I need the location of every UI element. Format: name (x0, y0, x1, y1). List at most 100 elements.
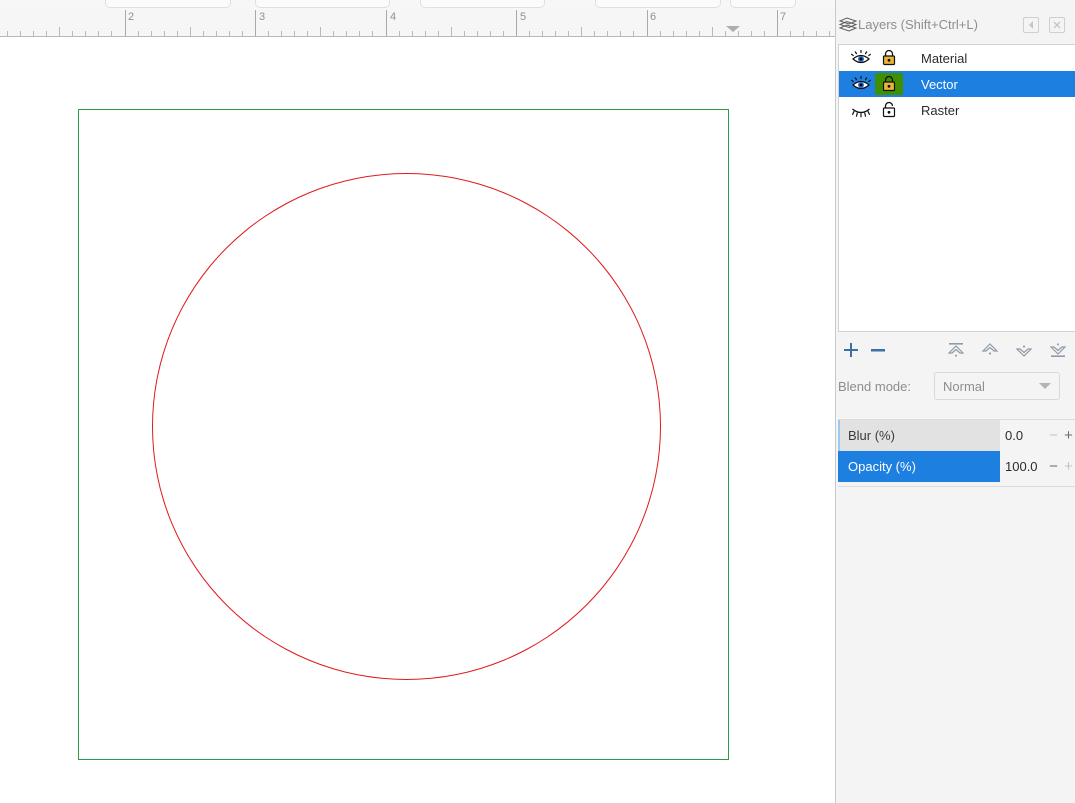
add-layer-button[interactable] (838, 337, 864, 363)
lower-to-bottom-button[interactable] (1041, 337, 1075, 363)
blend-mode-select[interactable]: Normal (934, 372, 1060, 400)
ruler-tick (216, 31, 217, 36)
drawing-canvas[interactable] (0, 38, 835, 803)
ruler-tick (594, 31, 595, 36)
property-row-opacity: Opacity (%) 100.0− + (838, 451, 1075, 482)
property-label: Blur (%) (848, 428, 895, 443)
eye-hidden-icon[interactable] (847, 99, 875, 121)
layer-row-vector[interactable]: Vector (839, 71, 1075, 97)
layers-panel: Layers (Shift+Ctrl+L) Material Vector Rast… (836, 0, 1075, 803)
ruler-tick (490, 31, 491, 36)
layer-row-material[interactable]: Material (839, 45, 1075, 71)
ruler-tick (399, 31, 400, 36)
ruler-tick (177, 31, 178, 36)
property-increment-button[interactable]: + (1061, 451, 1075, 482)
ruler-tick (372, 31, 373, 36)
layers-panel-header: Layers (Shift+Ctrl+L) (836, 10, 1075, 40)
property-decrement-button[interactable]: − (1046, 420, 1061, 451)
remove-layer-button[interactable] (864, 337, 890, 363)
property-slider-opacity[interactable]: Opacity (%) (838, 451, 1000, 482)
ruler-tick (46, 31, 47, 36)
layer-name-label: Material (921, 50, 968, 66)
ruler-tick (568, 31, 569, 36)
ruler-tick (699, 31, 700, 36)
ruler-tick (151, 31, 152, 36)
toolbar-button-4[interactable] (595, 0, 721, 8)
layer-list[interactable]: Material Vector Raster (838, 44, 1075, 332)
panel-close-button[interactable] (1049, 17, 1065, 33)
ruler-label: 5 (520, 11, 527, 23)
ruler-tick (412, 31, 413, 36)
lock-open-icon[interactable] (875, 99, 903, 121)
ruler-tick (751, 31, 752, 36)
circle-shape[interactable] (152, 173, 661, 680)
ruler-label: 6 (650, 11, 657, 23)
lock-closed-icon[interactable] (875, 73, 903, 95)
ruler-tick (529, 31, 530, 36)
toolbar-button-2[interactable] (255, 0, 390, 8)
ruler-tick (125, 10, 126, 36)
ruler-tick (333, 31, 334, 36)
property-row-blur: Blur (%) 0.0− + (838, 420, 1075, 451)
ruler-tick (464, 31, 465, 36)
ruler-tick (620, 31, 621, 36)
ruler-tick (816, 31, 817, 36)
minus-icon (870, 349, 885, 352)
ruler-tick (20, 31, 21, 36)
panel-undock-button[interactable] (1023, 17, 1039, 33)
chevron-down-icon (1039, 383, 1051, 389)
blend-mode-value: Normal (943, 378, 985, 394)
ruler-tick (451, 27, 452, 36)
toolbar-button-1[interactable] (105, 0, 231, 8)
eye-visible-icon[interactable] (847, 47, 875, 69)
ruler-tick (85, 31, 86, 36)
property-increment-button[interactable]: + (1061, 420, 1075, 451)
blend-mode-label: Blend mode: (838, 378, 911, 394)
ruler-tick (164, 31, 165, 36)
ruler-tick (98, 31, 99, 36)
ruler-tick (111, 31, 112, 36)
lock-closed-icon[interactable] (875, 47, 903, 69)
ruler-tick (359, 31, 360, 36)
lower-layer-button[interactable] (1007, 337, 1041, 363)
property-decrement-button[interactable]: − (1046, 451, 1061, 482)
ruler-tick (190, 27, 191, 36)
ruler-tick (255, 10, 256, 36)
toolbar-button-3[interactable] (420, 0, 545, 8)
ruler-tick (555, 31, 556, 36)
ruler-tick (503, 31, 504, 36)
ruler-tick (307, 31, 308, 36)
ruler-tick (764, 31, 765, 36)
property-value[interactable]: 100.0 (1000, 451, 1046, 482)
ruler-tick (242, 31, 243, 36)
ruler-tick (712, 27, 713, 36)
ruler-tick (7, 31, 8, 36)
raise-layer-button[interactable] (973, 337, 1007, 363)
ruler-tick (516, 10, 517, 36)
layer-row-raster[interactable]: Raster (839, 97, 1075, 123)
blend-mode-row: Blend mode: Normal (838, 371, 1075, 401)
ruler-label: 4 (390, 11, 397, 23)
double-chevron-down-icon (1049, 343, 1067, 357)
ruler-tick (477, 31, 478, 36)
ruler-tick (268, 31, 269, 36)
property-value[interactable]: 0.0 (1000, 420, 1046, 451)
layers-panel-title: Layers (Shift+Ctrl+L) (858, 17, 978, 32)
ruler-label: 2 (128, 11, 135, 23)
double-chevron-up-icon (947, 343, 965, 357)
chevron-down-icon (1015, 345, 1033, 357)
horizontal-ruler[interactable]: 2 3 4 5 6 7 (0, 10, 836, 37)
ruler-tick (581, 27, 582, 36)
ruler-tick (72, 31, 73, 36)
toolbar-button-5[interactable] (730, 0, 796, 8)
raise-to-top-button[interactable] (939, 337, 973, 363)
layer-properties: Blur (%) 0.0− + Opacity (%) 100.0− + (838, 419, 1075, 487)
ruler-label: 7 (780, 11, 787, 23)
application-window: 234567 Layers (Shift+Ctrl+L) Material Ve… (0, 0, 1075, 803)
property-slider-blur[interactable]: Blur (%) (838, 420, 1000, 451)
ruler-tick (607, 31, 608, 36)
eye-visible-icon[interactable] (847, 73, 875, 95)
ruler-tick (203, 31, 204, 36)
layers-stack-icon (838, 16, 858, 34)
ruler-tick (777, 10, 778, 36)
